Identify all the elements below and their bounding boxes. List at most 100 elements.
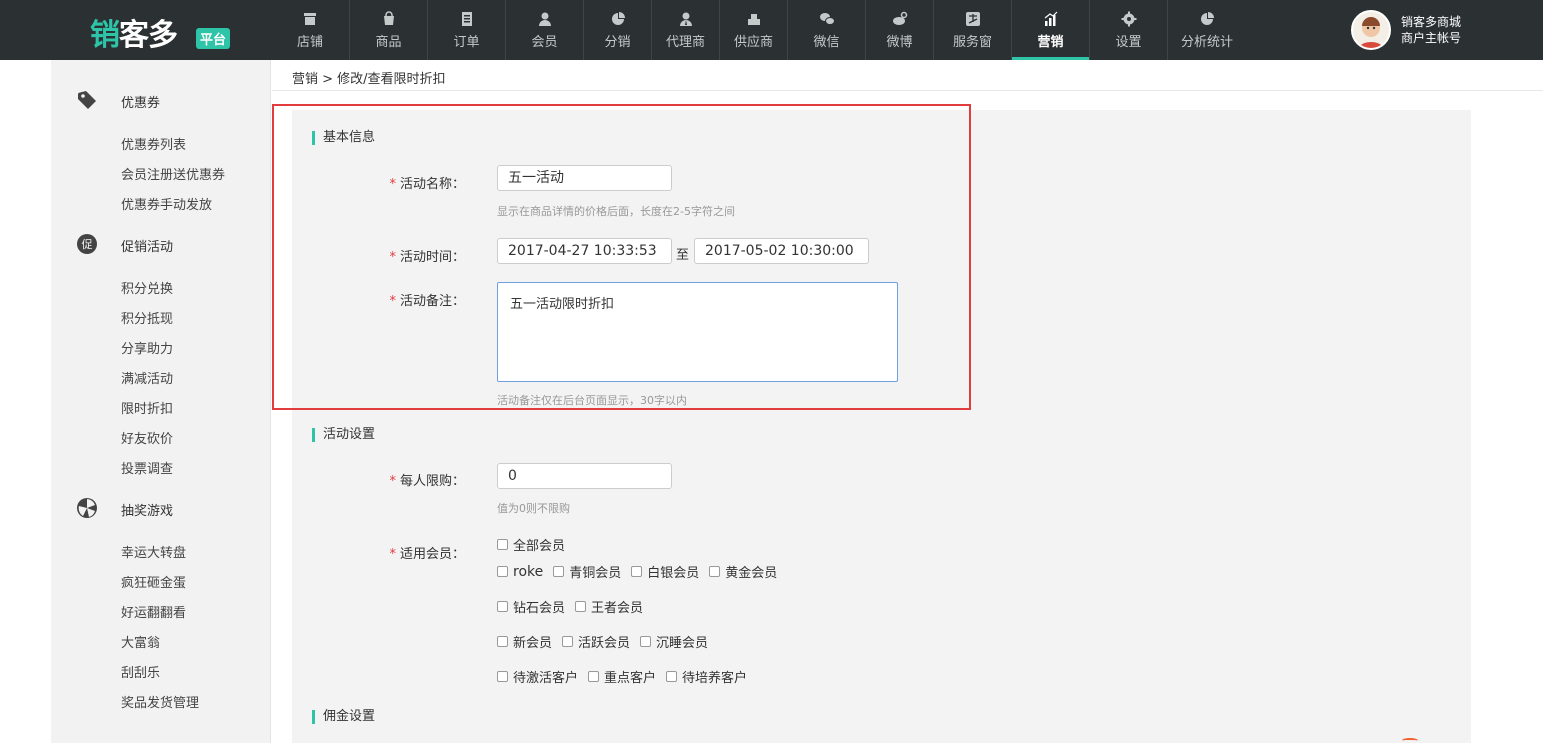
logo-text: 客多 [119, 18, 178, 53]
sidebar-item-wheel[interactable]: 幸运大转盘 [121, 542, 186, 561]
nav-settings[interactable]: 设置 [1090, 0, 1168, 60]
nav-label: 分析统计 [1180, 34, 1233, 50]
member-icon [538, 12, 551, 26]
sidebar-item-golden-egg[interactable]: 疯狂砸金蛋 [121, 572, 186, 591]
top-navbar: 销客多 平台 店铺 商品 订单 会员 分销 代理商 供应商 微信 微博 服务窗 … [0, 0, 1543, 60]
checkbox-active-member[interactable]: 活跃会员 [562, 632, 630, 651]
nav-weibo[interactable]: 微博 [866, 0, 934, 60]
checkbox-roke[interactable]: roke [497, 564, 543, 580]
wheel-icon [77, 498, 97, 518]
nav-label: 供应商 [733, 34, 773, 50]
sidebar-item-monopoly[interactable]: 大富翁 [121, 632, 160, 651]
breadcrumb: 营销 > 修改/查看限时折扣 [292, 72, 446, 87]
account-type: 商户主帐号 [1401, 31, 1462, 45]
scroll-hint-icon [1402, 738, 1418, 743]
sidebar-item-prize-shipping[interactable]: 奖品发货管理 [121, 692, 199, 711]
sidebar-item-scratch[interactable]: 刮刮乐 [121, 662, 160, 681]
applicable-members-label: * 适用会员： [389, 547, 465, 562]
pie-icon [1201, 11, 1214, 25]
gear-icon [1121, 11, 1136, 26]
sidebar: 优惠券 优惠券列表 会员注册送优惠券 优惠券手动发放 促 促销活动 积分兑换 积… [51, 60, 271, 743]
required-mark: * [389, 474, 396, 489]
highlight-box [272, 104, 971, 410]
checkbox-diamond[interactable]: 钻石会员 [497, 597, 565, 616]
checkbox-bronze[interactable]: 青铜会员 [553, 562, 621, 581]
checkbox-key-customer[interactable]: 重点客户 [588, 667, 656, 686]
purchase-limit-label: * 每人限购： [389, 474, 465, 489]
checkbox-gold[interactable]: 黄金会员 [709, 562, 777, 581]
checkbox-dormant-member[interactable]: 沉睡会员 [640, 632, 708, 651]
nav-label: 微信 [813, 34, 840, 50]
nav-label: 订单 [453, 34, 480, 50]
nav-goods[interactable]: 商品 [350, 0, 428, 60]
platform-badge: 平台 [196, 28, 231, 49]
sidebar-item-share-assist[interactable]: 分享助力 [121, 338, 173, 357]
nav-marketing[interactable]: 营销 [1012, 0, 1090, 60]
nav-label: 代理商 [665, 34, 705, 50]
nav-agent[interactable]: 代理商 [652, 0, 720, 60]
checkbox-king[interactable]: 王者会员 [575, 597, 643, 616]
member-row-2: roke 青铜会员 白银会员 黄金会员 [497, 562, 787, 581]
checkbox-new-member[interactable]: 新会员 [497, 632, 552, 651]
svg-text:促: 促 [82, 237, 93, 251]
sidebar-item-flip-card[interactable]: 好运翻翻看 [121, 602, 186, 621]
agent-icon [679, 12, 692, 26]
avatar [1351, 10, 1391, 50]
nav-label: 服务窗 [952, 34, 992, 50]
sidebar-item-flash-discount[interactable]: 限时折扣 [121, 398, 173, 417]
sidebar-item-vote[interactable]: 投票调查 [121, 458, 173, 477]
sidebar-group-label: 优惠券 [121, 96, 161, 111]
bag-icon [383, 10, 394, 25]
sidebar-item-full-reduction[interactable]: 满减活动 [121, 368, 173, 387]
weibo-icon [892, 11, 907, 25]
nav-analytics[interactable]: 分析统计 [1168, 0, 1246, 60]
nav-supplier[interactable]: 供应商 [720, 0, 788, 60]
shop-name: 销客多商城 [1401, 15, 1462, 29]
promo-icon: 促 [77, 234, 97, 254]
member-row-3: 钻石会员 王者会员 [497, 597, 653, 616]
sidebar-item-points-exchange[interactable]: 积分兑换 [121, 278, 173, 297]
logo-char: 销 [90, 18, 120, 53]
sidebar-item-points-cash[interactable]: 积分抵现 [121, 308, 173, 327]
pie-icon [611, 11, 625, 25]
nav-label: 分销 [604, 34, 631, 50]
tag-icon [78, 91, 96, 109]
sidebar-item-register-coupon[interactable]: 会员注册送优惠券 [121, 164, 225, 183]
supplier-icon [747, 13, 760, 25]
nav-store[interactable]: 店铺 [271, 0, 350, 60]
member-row-5: 待激活客户 重点客户 待培养客户 [497, 667, 757, 686]
sidebar-item-manual-coupon[interactable]: 优惠券手动发放 [121, 194, 212, 213]
chart-icon [1044, 11, 1057, 26]
checkbox-all-members[interactable]: 全部会员 [497, 535, 565, 554]
user-account[interactable]: 销客多商城 商户主帐号 [1351, 10, 1461, 50]
nav-label: 商品 [375, 34, 402, 50]
nav-members[interactable]: 会员 [506, 0, 584, 60]
nav-distribution[interactable]: 分销 [584, 0, 652, 60]
sidebar-item-bargain[interactable]: 好友砍价 [121, 428, 173, 447]
brand-logo[interactable]: 销客多 平台 [90, 6, 240, 54]
section-activity-settings: 活动设置 [312, 428, 375, 442]
nav-orders[interactable]: 订单 [428, 0, 506, 60]
store-icon [304, 12, 316, 25]
checkbox-to-activate[interactable]: 待激活客户 [497, 667, 578, 686]
nav-label: 会员 [531, 34, 558, 50]
required-mark: * [389, 547, 396, 562]
member-row-1: 全部会员 [497, 535, 575, 554]
nav-label: 店铺 [296, 34, 323, 50]
purchase-limit-input[interactable]: 0 [497, 463, 672, 489]
member-row-4: 新会员 活跃会员 沉睡会员 [497, 632, 718, 651]
order-icon [461, 11, 472, 26]
nav-label: 微博 [886, 34, 913, 50]
nav-wechat[interactable]: 微信 [788, 0, 866, 60]
nav-label: 设置 [1115, 34, 1142, 50]
checkbox-silver[interactable]: 白银会员 [631, 562, 699, 581]
sidebar-group-label: 抽奖游戏 [121, 504, 174, 519]
checkbox-to-nurture[interactable]: 待培养客户 [666, 667, 747, 686]
section-commission: 佣金设置 [312, 710, 375, 724]
nav-service-window[interactable]: 服务窗 [934, 0, 1012, 60]
divider [272, 90, 1543, 91]
nav-label: 营销 [1037, 34, 1064, 50]
purchase-limit-hint: 值为0则不限购 [497, 502, 570, 515]
wechat-icon [819, 12, 835, 25]
sidebar-item-coupon-list[interactable]: 优惠券列表 [121, 134, 186, 153]
